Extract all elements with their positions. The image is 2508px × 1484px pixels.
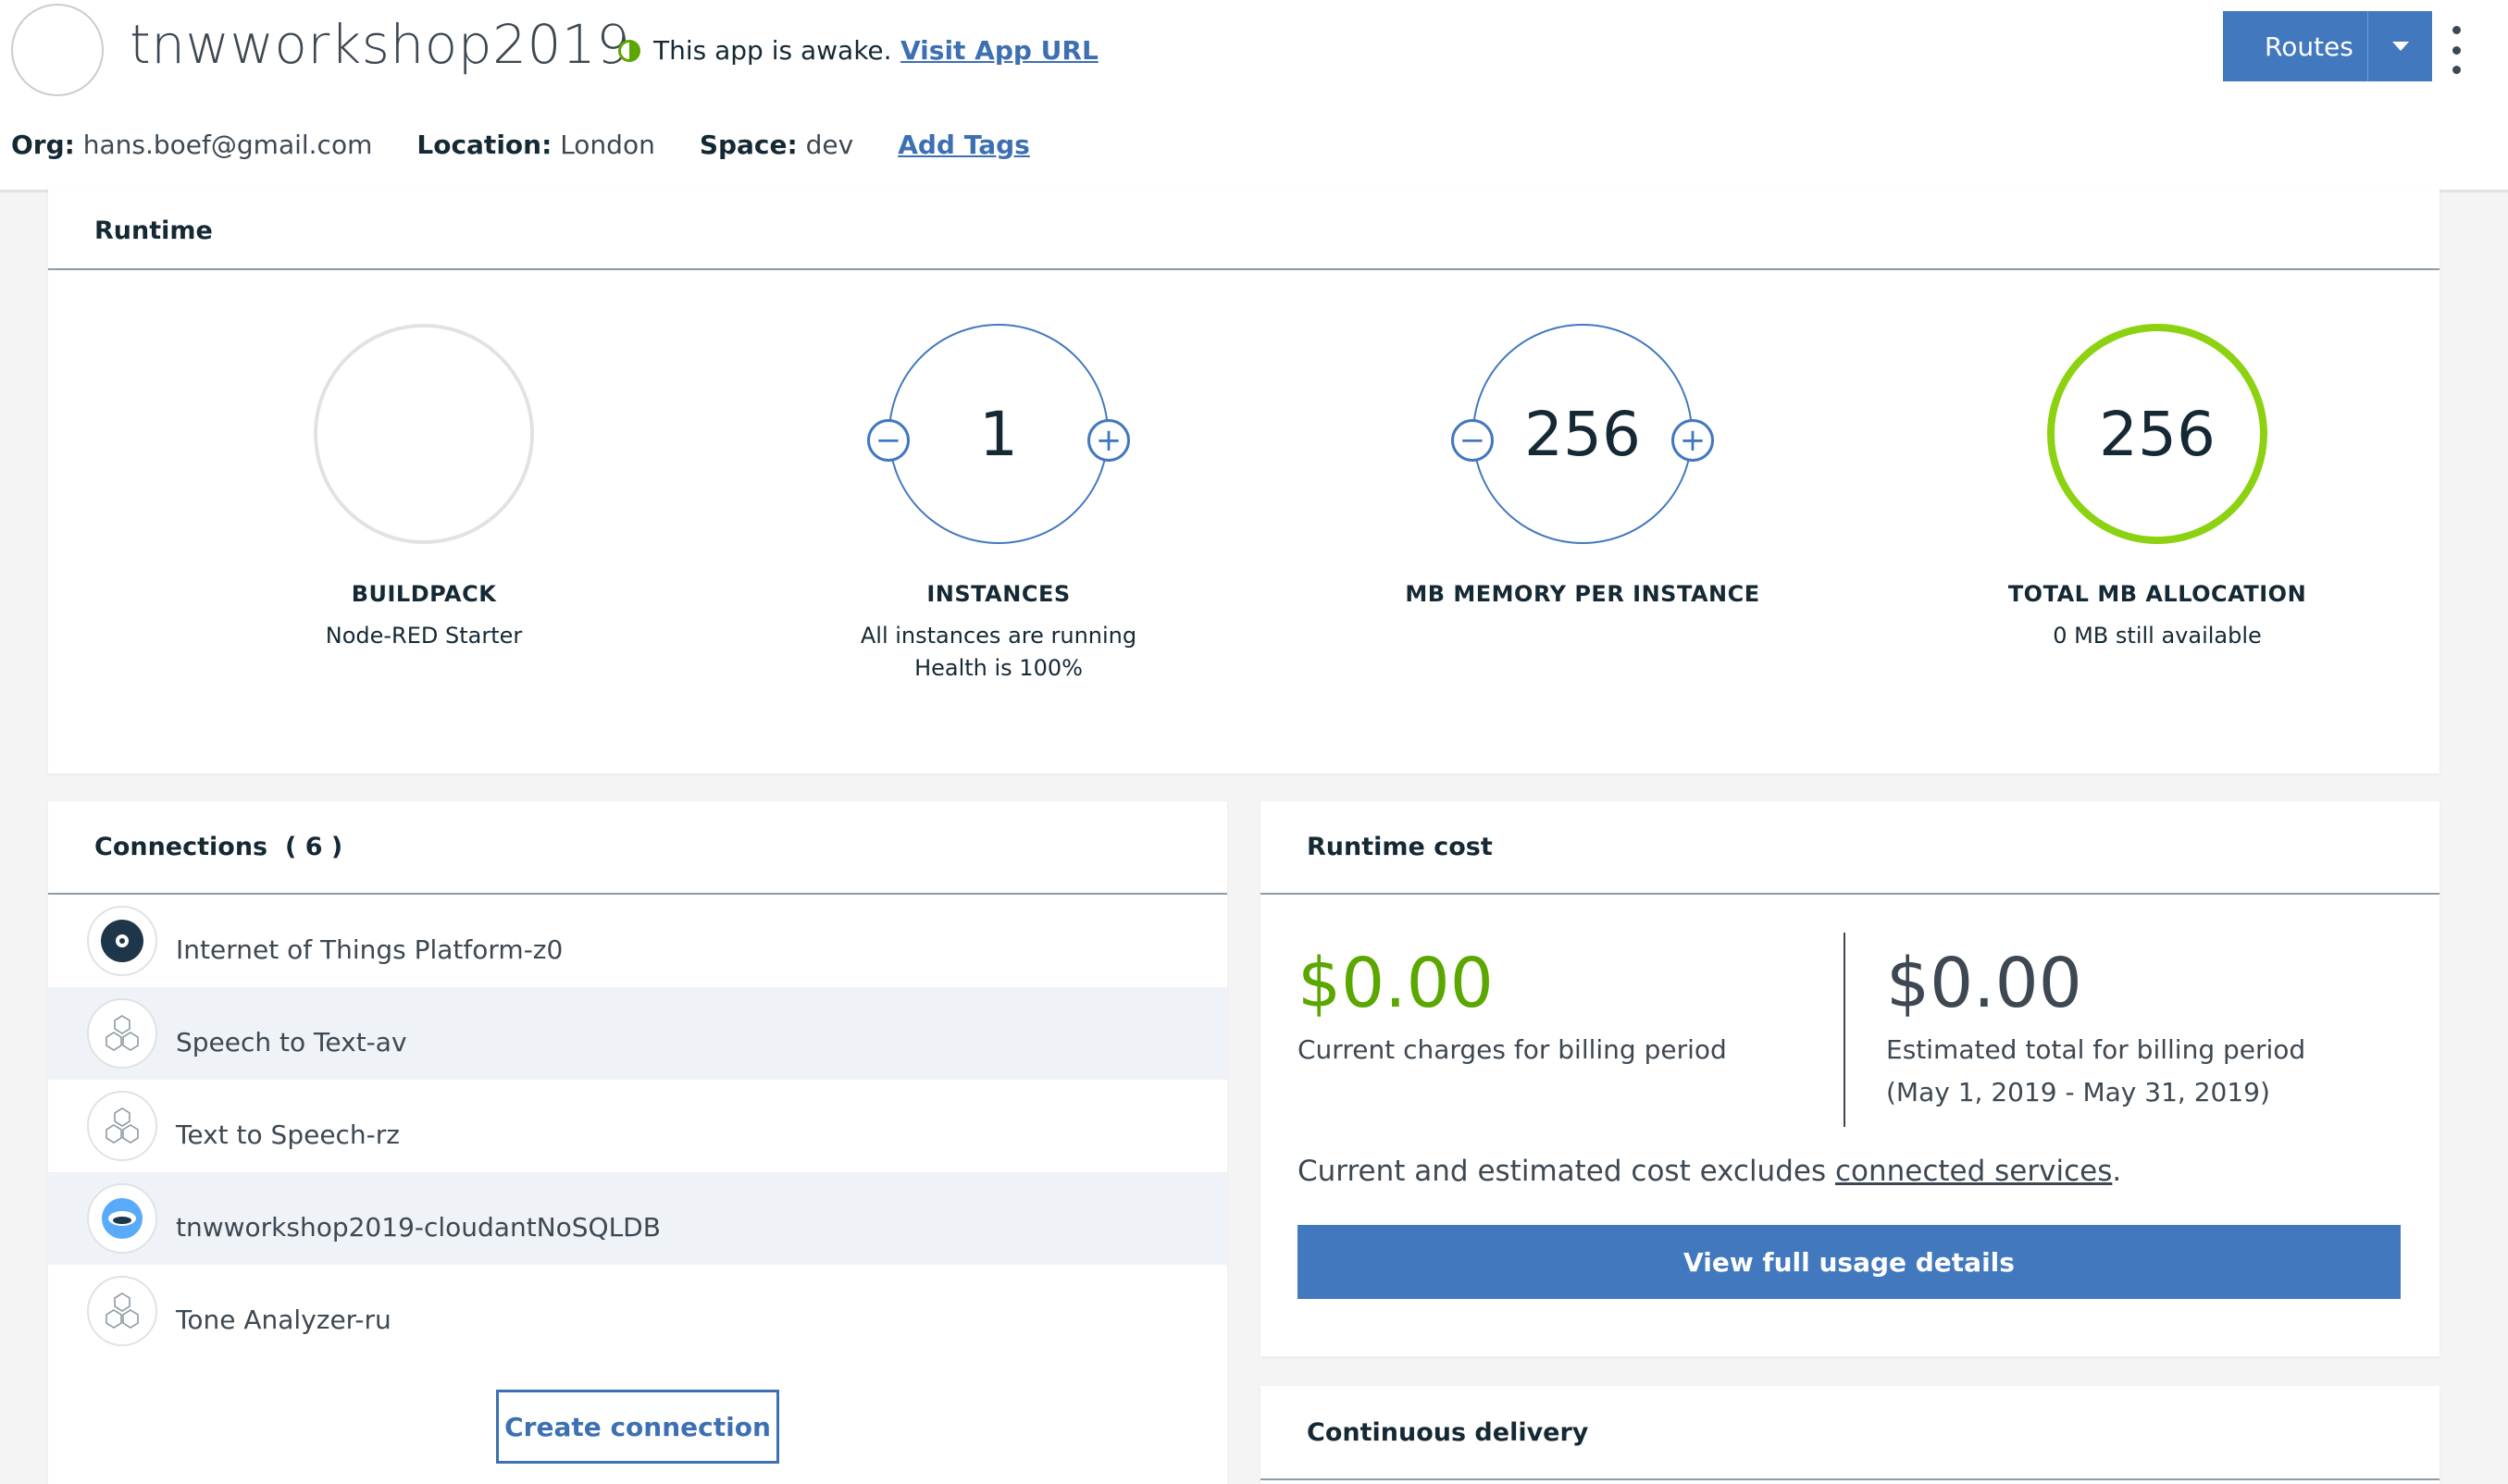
app-avatar — [11, 4, 104, 96]
app-status: This app is awake. — [618, 35, 892, 66]
routes-button[interactable]: Routes — [2223, 11, 2432, 81]
add-tags-link[interactable]: Add Tags — [898, 130, 1030, 160]
current-charges-label: Current charges for billing period — [1297, 1034, 1727, 1065]
buildpack-circle — [314, 324, 534, 544]
overflow-menu-icon[interactable] — [2445, 26, 2467, 74]
connections-list: Internet of Things Platform-z0 Speech to… — [48, 895, 1227, 1357]
org-info: Org: hans.boef@gmail.com — [11, 130, 373, 160]
runtime-cost-title: Runtime cost — [1260, 801, 2440, 895]
watson-service-icon — [87, 1276, 157, 1346]
decrease-memory-button[interactable]: − — [1451, 419, 1494, 462]
connected-services-link[interactable]: connected services — [1835, 1155, 2112, 1188]
total-allocation-label: TOTAL MB ALLOCATION — [2007, 581, 2307, 607]
iot-platform-icon — [87, 906, 157, 976]
cost-note: Current and estimated cost excludes conn… — [1297, 1155, 2122, 1188]
increase-instances-button[interactable]: + — [1087, 419, 1130, 462]
watson-service-icon — [87, 998, 157, 1069]
status-text: This app is awake. — [653, 35, 892, 66]
list-item[interactable]: Tone Analyzer-ru — [48, 1265, 1227, 1357]
instances-status: All instances are running Health is 100% — [860, 623, 1137, 681]
list-item[interactable]: Internet of Things Platform-z0 — [48, 895, 1227, 987]
current-charges-amount: $0.00 — [1297, 944, 1494, 1023]
continuous-delivery-panel: Continuous delivery — [1260, 1386, 2440, 1484]
billing-period: (May 1, 2019 - May 31, 2019) — [1886, 1077, 2270, 1107]
estimated-total: $0.00 Estimated total for billing period… — [1886, 949, 2305, 1114]
connections-count: ( 6 ) — [284, 833, 343, 861]
continuous-delivery-title: Continuous delivery — [1260, 1386, 2440, 1480]
estimated-total-amount: $0.00 — [1886, 944, 2082, 1023]
view-usage-details-button[interactable]: View full usage details — [1297, 1225, 2401, 1299]
buildpack-value: Node-RED Starter — [325, 623, 523, 649]
runtime-cost-panel: Runtime cost $0.00 Current charges for b… — [1260, 801, 2440, 1356]
watson-service-icon — [87, 1091, 157, 1161]
instances-circle: 1 — [888, 324, 1109, 544]
chevron-down-icon[interactable] — [2367, 11, 2432, 81]
instances-label: INSTANCES — [926, 581, 1071, 607]
app-header: tnwworkshop2019 This app is awake. Visit… — [0, 0, 2508, 192]
list-item[interactable]: Speech to Text-av — [48, 987, 1227, 1080]
list-item[interactable]: Text to Speech-rz — [48, 1080, 1227, 1172]
buildpack-label: BUILDPACK — [351, 581, 497, 607]
connections-panel: Connections ( 6 ) Internet of Things Pla… — [48, 801, 1227, 1484]
total-allocation-circle: 256 — [2047, 324, 2267, 544]
app-title: tnwworkshop2019 — [130, 13, 631, 76]
connections-title: Connections ( 6 ) — [48, 801, 1227, 895]
create-connection-button[interactable]: Create connection — [496, 1390, 779, 1464]
decrease-instances-button[interactable]: − — [867, 419, 910, 462]
list-item[interactable]: tnwworkshop2019-cloudantNoSQLDB — [48, 1172, 1227, 1265]
current-charges: $0.00 Current charges for billing period — [1297, 949, 1727, 1071]
visit-app-url-link[interactable]: Visit App URL — [900, 35, 1099, 66]
cost-divider — [1844, 933, 1845, 1127]
cloudant-icon — [87, 1183, 157, 1254]
memory-label: MB MEMORY PER INSTANCE — [1405, 581, 1760, 607]
space-info: Space: dev — [699, 130, 854, 160]
estimated-total-label: Estimated total for billing period (May … — [1886, 1029, 2305, 1114]
increase-memory-button[interactable]: + — [1671, 419, 1714, 462]
memory-circle: 256 — [1472, 324, 1693, 544]
app-meta-row: Org: hans.boef@gmail.com Location: Londo… — [11, 130, 1030, 160]
routes-button-label[interactable]: Routes — [2223, 31, 2367, 62]
runtime-title: Runtime — [48, 185, 2440, 270]
location-info: Location: London — [416, 130, 655, 160]
total-allocation-available: 0 MB still available — [2053, 623, 2262, 649]
status-half-circle-icon — [618, 39, 640, 62]
runtime-panel: Runtime BUILDPACK Node-RED Starter 1 − +… — [48, 185, 2440, 773]
